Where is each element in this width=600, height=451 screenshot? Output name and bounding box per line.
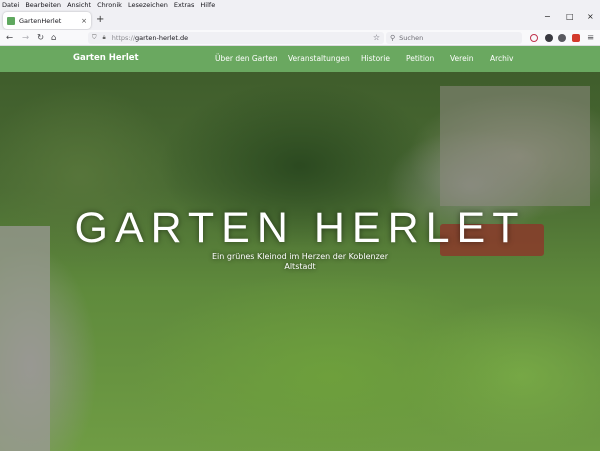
back-icon[interactable]: ← — [6, 32, 13, 44]
search-placeholder: Suchen — [399, 34, 424, 42]
menu-item-ansicht[interactable]: Ansicht — [67, 0, 91, 10]
maximize-button[interactable]: □ — [566, 11, 574, 23]
url-host: garten-herlet.de — [135, 34, 189, 42]
menu-item-chronik[interactable]: Chronik — [97, 0, 122, 10]
reload-icon[interactable]: ↻ — [37, 32, 44, 44]
menu-item-lesezeichen[interactable]: Lesezeichen — [128, 0, 168, 10]
menu-bar: Datei Bearbeiten Ansicht Chronik Lesezei… — [0, 0, 600, 10]
menu-icon[interactable]: ≡ — [587, 32, 594, 44]
stone-path — [0, 226, 50, 451]
menu-item-extras[interactable]: Extras — [174, 0, 195, 10]
minimize-button[interactable]: − — [544, 11, 551, 23]
home-icon[interactable]: ⌂ — [51, 32, 56, 44]
tab-title: GartenHerlet — [19, 16, 62, 25]
nav-link-ueber-den-garten[interactable]: Über den Garten — [215, 54, 278, 63]
site-favicon-icon — [7, 16, 15, 25]
menu-item-datei[interactable]: Datei — [2, 0, 19, 10]
nav-bar: ← → ↻ ⌂ ⛉ 🔒︎ https://garten-herlet.de ☆ … — [0, 30, 600, 46]
nav-link-archiv[interactable]: Archiv — [490, 54, 513, 63]
stone-wall — [440, 86, 590, 206]
forward-icon[interactable]: → — [22, 32, 29, 44]
close-window-button[interactable]: × — [587, 11, 594, 23]
site-navigation: Garten Herlet Über den Garten Veranstalt… — [0, 46, 600, 72]
site-brand-link[interactable]: Garten Herlet — [73, 53, 139, 63]
tab-garten-herlet[interactable]: GartenHerlet × — [3, 12, 91, 29]
shield-icon[interactable]: ⛉ — [92, 34, 97, 42]
nav-link-verein[interactable]: Verein — [450, 54, 474, 63]
nav-link-historie[interactable]: Historie — [361, 54, 390, 63]
extension-icon[interactable] — [545, 34, 553, 42]
url-protocol: https:// — [111, 34, 136, 42]
new-tab-button[interactable]: + — [96, 14, 104, 26]
menu-item-bearbeiten[interactable]: Bearbeiten — [25, 0, 61, 10]
extension-icon[interactable] — [558, 34, 566, 42]
menu-item-hilfe[interactable]: Hilfe — [200, 0, 215, 10]
nav-link-veranstaltungen[interactable]: Veranstaltungen — [288, 54, 350, 63]
tab-strip: GartenHerlet × + − □ × — [0, 10, 600, 30]
web-page: Garten Herlet Über den Garten Veranstalt… — [0, 46, 600, 451]
pocket-icon[interactable] — [530, 34, 538, 42]
hero-subtitle: Ein grünes Kleinod im Herzen der Koblenz… — [211, 252, 389, 271]
lock-icon[interactable]: 🔒︎ — [103, 34, 106, 42]
extension-icon[interactable] — [572, 34, 580, 42]
search-input[interactable]: ⚲ Suchen — [386, 32, 522, 44]
tab-close-icon[interactable]: × — [81, 17, 87, 25]
search-icon: ⚲ — [390, 34, 396, 42]
bookmark-star-icon[interactable]: ☆ — [373, 32, 380, 44]
nav-link-petition[interactable]: Petition — [406, 54, 434, 63]
url-bar[interactable]: ⛉ 🔒︎ https://garten-herlet.de ☆ — [88, 32, 384, 44]
hero-title: GARTEN HERLET — [74, 204, 526, 252]
